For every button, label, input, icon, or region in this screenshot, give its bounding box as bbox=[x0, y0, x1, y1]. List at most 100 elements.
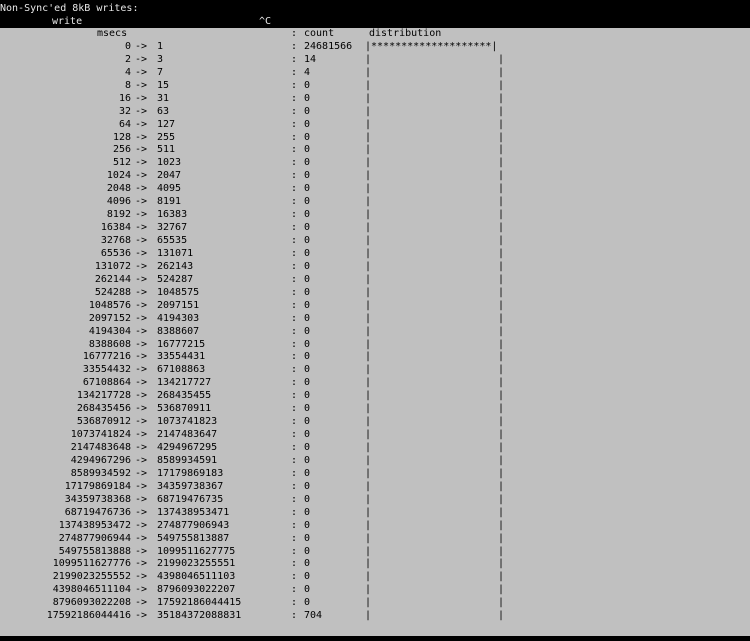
distribution-end: | bbox=[498, 403, 505, 415]
distribution-bar: | bbox=[365, 377, 372, 389]
histogram-row: 64 -> 127:0 | | bbox=[0, 119, 750, 132]
distribution-end: | bbox=[498, 222, 505, 234]
histogram-row: 34359738368 -> 68719476735:0 | | bbox=[0, 494, 750, 507]
bucket-arrow: -> bbox=[135, 442, 148, 453]
colon-separator: : bbox=[291, 235, 298, 246]
colon-separator: : bbox=[291, 299, 298, 311]
distribution-bar: | bbox=[365, 170, 372, 182]
terminal-header: Non-Sync'ed 8kB writes: write ^C bbox=[0, 0, 750, 28]
bucket-low: 8589934592 bbox=[70, 467, 131, 479]
bucket-high: 68719476735 bbox=[157, 493, 224, 505]
bucket-high: 4194303 bbox=[157, 312, 200, 324]
histogram-row: 512 -> 1023:0 | | bbox=[0, 157, 750, 170]
distribution-bar: | bbox=[365, 325, 372, 337]
distribution-end: | bbox=[498, 273, 505, 285]
bucket-low: 17179869184 bbox=[64, 480, 131, 492]
bucket-count: 0 bbox=[304, 183, 311, 195]
distribution-bar: | bbox=[365, 118, 372, 130]
bucket-count: 0 bbox=[304, 273, 311, 285]
bucket-high: 268435455 bbox=[157, 390, 212, 402]
bucket-count: 0 bbox=[304, 545, 311, 557]
distribution-bar: | bbox=[365, 92, 372, 104]
bucket-low: 32768 bbox=[100, 235, 131, 246]
bucket-low: 68719476736 bbox=[64, 506, 131, 518]
histogram-row: 128 -> 255:0 | | bbox=[0, 132, 750, 145]
terminal-window[interactable]: Non-Sync'ed 8kB writes: write ^C msecs : … bbox=[0, 0, 750, 641]
histogram-table: msecs : count distribution 0 -> 1:24681566… bbox=[0, 28, 750, 623]
bucket-low: 4194304 bbox=[88, 325, 131, 337]
bucket-count: 0 bbox=[304, 247, 311, 259]
distribution-bar: | bbox=[365, 144, 372, 156]
bucket-low: 549755813888 bbox=[58, 545, 131, 557]
distribution-end: | bbox=[498, 584, 505, 596]
bucket-count: 0 bbox=[304, 403, 311, 415]
distribution-end: | bbox=[498, 416, 505, 428]
histogram-row: 2048 -> 4095:0 | | bbox=[0, 183, 750, 196]
terminal-bottom-bar bbox=[0, 636, 750, 641]
bucket-arrow: -> bbox=[135, 519, 148, 531]
histogram-row: 1048576 -> 2097151:0 | | bbox=[0, 300, 750, 313]
bucket-low: 512 bbox=[112, 157, 131, 169]
histogram-row: 68719476736 -> 137438953471:0 | | bbox=[0, 507, 750, 520]
distribution-bar: | bbox=[365, 506, 372, 518]
colon-separator: : bbox=[291, 429, 298, 441]
bucket-arrow: -> bbox=[135, 532, 148, 544]
distribution-bar: | bbox=[365, 545, 372, 557]
colon-separator: : bbox=[291, 558, 298, 570]
bucket-low: 2 bbox=[124, 53, 131, 65]
distribution-end: | bbox=[498, 545, 505, 557]
histogram-row: 1024 -> 2047:0 | | bbox=[0, 170, 750, 183]
bucket-count: 0 bbox=[304, 299, 311, 311]
bucket-arrow: -> bbox=[135, 338, 148, 350]
bucket-arrow: -> bbox=[135, 286, 148, 298]
distribution-bar: | bbox=[365, 79, 372, 91]
colon-separator: : bbox=[291, 351, 298, 363]
histogram-row: 4194304 -> 8388607:0 | | bbox=[0, 326, 750, 339]
distribution-bar: | bbox=[365, 338, 372, 350]
histogram-row: 256 -> 511:0 | | bbox=[0, 144, 750, 157]
bucket-high: 1099511627775 bbox=[157, 545, 236, 557]
histogram-row: 274877906944 -> 549755813887:0 | | bbox=[0, 533, 750, 546]
bucket-arrow: -> bbox=[135, 584, 148, 596]
bucket-high: 15 bbox=[157, 79, 170, 91]
distribution-bar: | bbox=[365, 247, 372, 259]
bucket-low: 262144 bbox=[94, 273, 131, 285]
histogram-row: 8796093022208 -> 17592186044415:0 | | bbox=[0, 597, 750, 610]
bucket-count: 0 bbox=[304, 235, 311, 246]
distribution-bar: | bbox=[365, 196, 372, 208]
colon-separator: : bbox=[291, 28, 298, 39]
bucket-high: 2147483647 bbox=[157, 429, 218, 441]
distribution-end: | bbox=[498, 131, 505, 143]
bucket-count: 0 bbox=[304, 144, 311, 156]
colon-separator: : bbox=[291, 571, 298, 583]
bucket-arrow: -> bbox=[135, 196, 148, 208]
bucket-arrow: -> bbox=[135, 247, 148, 259]
bucket-low: 33554432 bbox=[82, 364, 131, 376]
distribution-end: | bbox=[498, 299, 505, 311]
distribution-end: | bbox=[498, 157, 505, 169]
bucket-arrow: -> bbox=[135, 377, 148, 389]
bucket-high: 262143 bbox=[157, 260, 194, 272]
distribution-end: | bbox=[498, 92, 505, 104]
bucket-high: 536870911 bbox=[157, 403, 212, 415]
distribution-end: | bbox=[498, 209, 505, 221]
bucket-arrow: -> bbox=[135, 558, 148, 570]
bucket-high: 1048575 bbox=[157, 286, 200, 298]
bucket-arrow: -> bbox=[135, 325, 148, 337]
histogram-row: 4398046511104 -> 8796093022207:0 | | bbox=[0, 584, 750, 597]
bucket-arrow: -> bbox=[135, 157, 148, 169]
colon-separator: : bbox=[291, 454, 298, 466]
bucket-high: 1073741823 bbox=[157, 416, 218, 428]
colon-separator: : bbox=[291, 390, 298, 402]
bucket-low: 1073741824 bbox=[70, 429, 131, 441]
bucket-high: 127 bbox=[157, 118, 176, 130]
colon-separator: : bbox=[291, 519, 298, 531]
histogram-row: 4096 -> 8191:0 | | bbox=[0, 196, 750, 209]
distribution-end: | bbox=[498, 390, 505, 402]
bucket-high: 34359738367 bbox=[157, 480, 224, 492]
distribution-bar: | bbox=[365, 273, 372, 285]
colon-separator: : bbox=[291, 325, 298, 337]
distribution-end: | bbox=[498, 532, 505, 544]
bucket-arrow: -> bbox=[135, 222, 148, 234]
bucket-high: 8191 bbox=[157, 196, 182, 208]
